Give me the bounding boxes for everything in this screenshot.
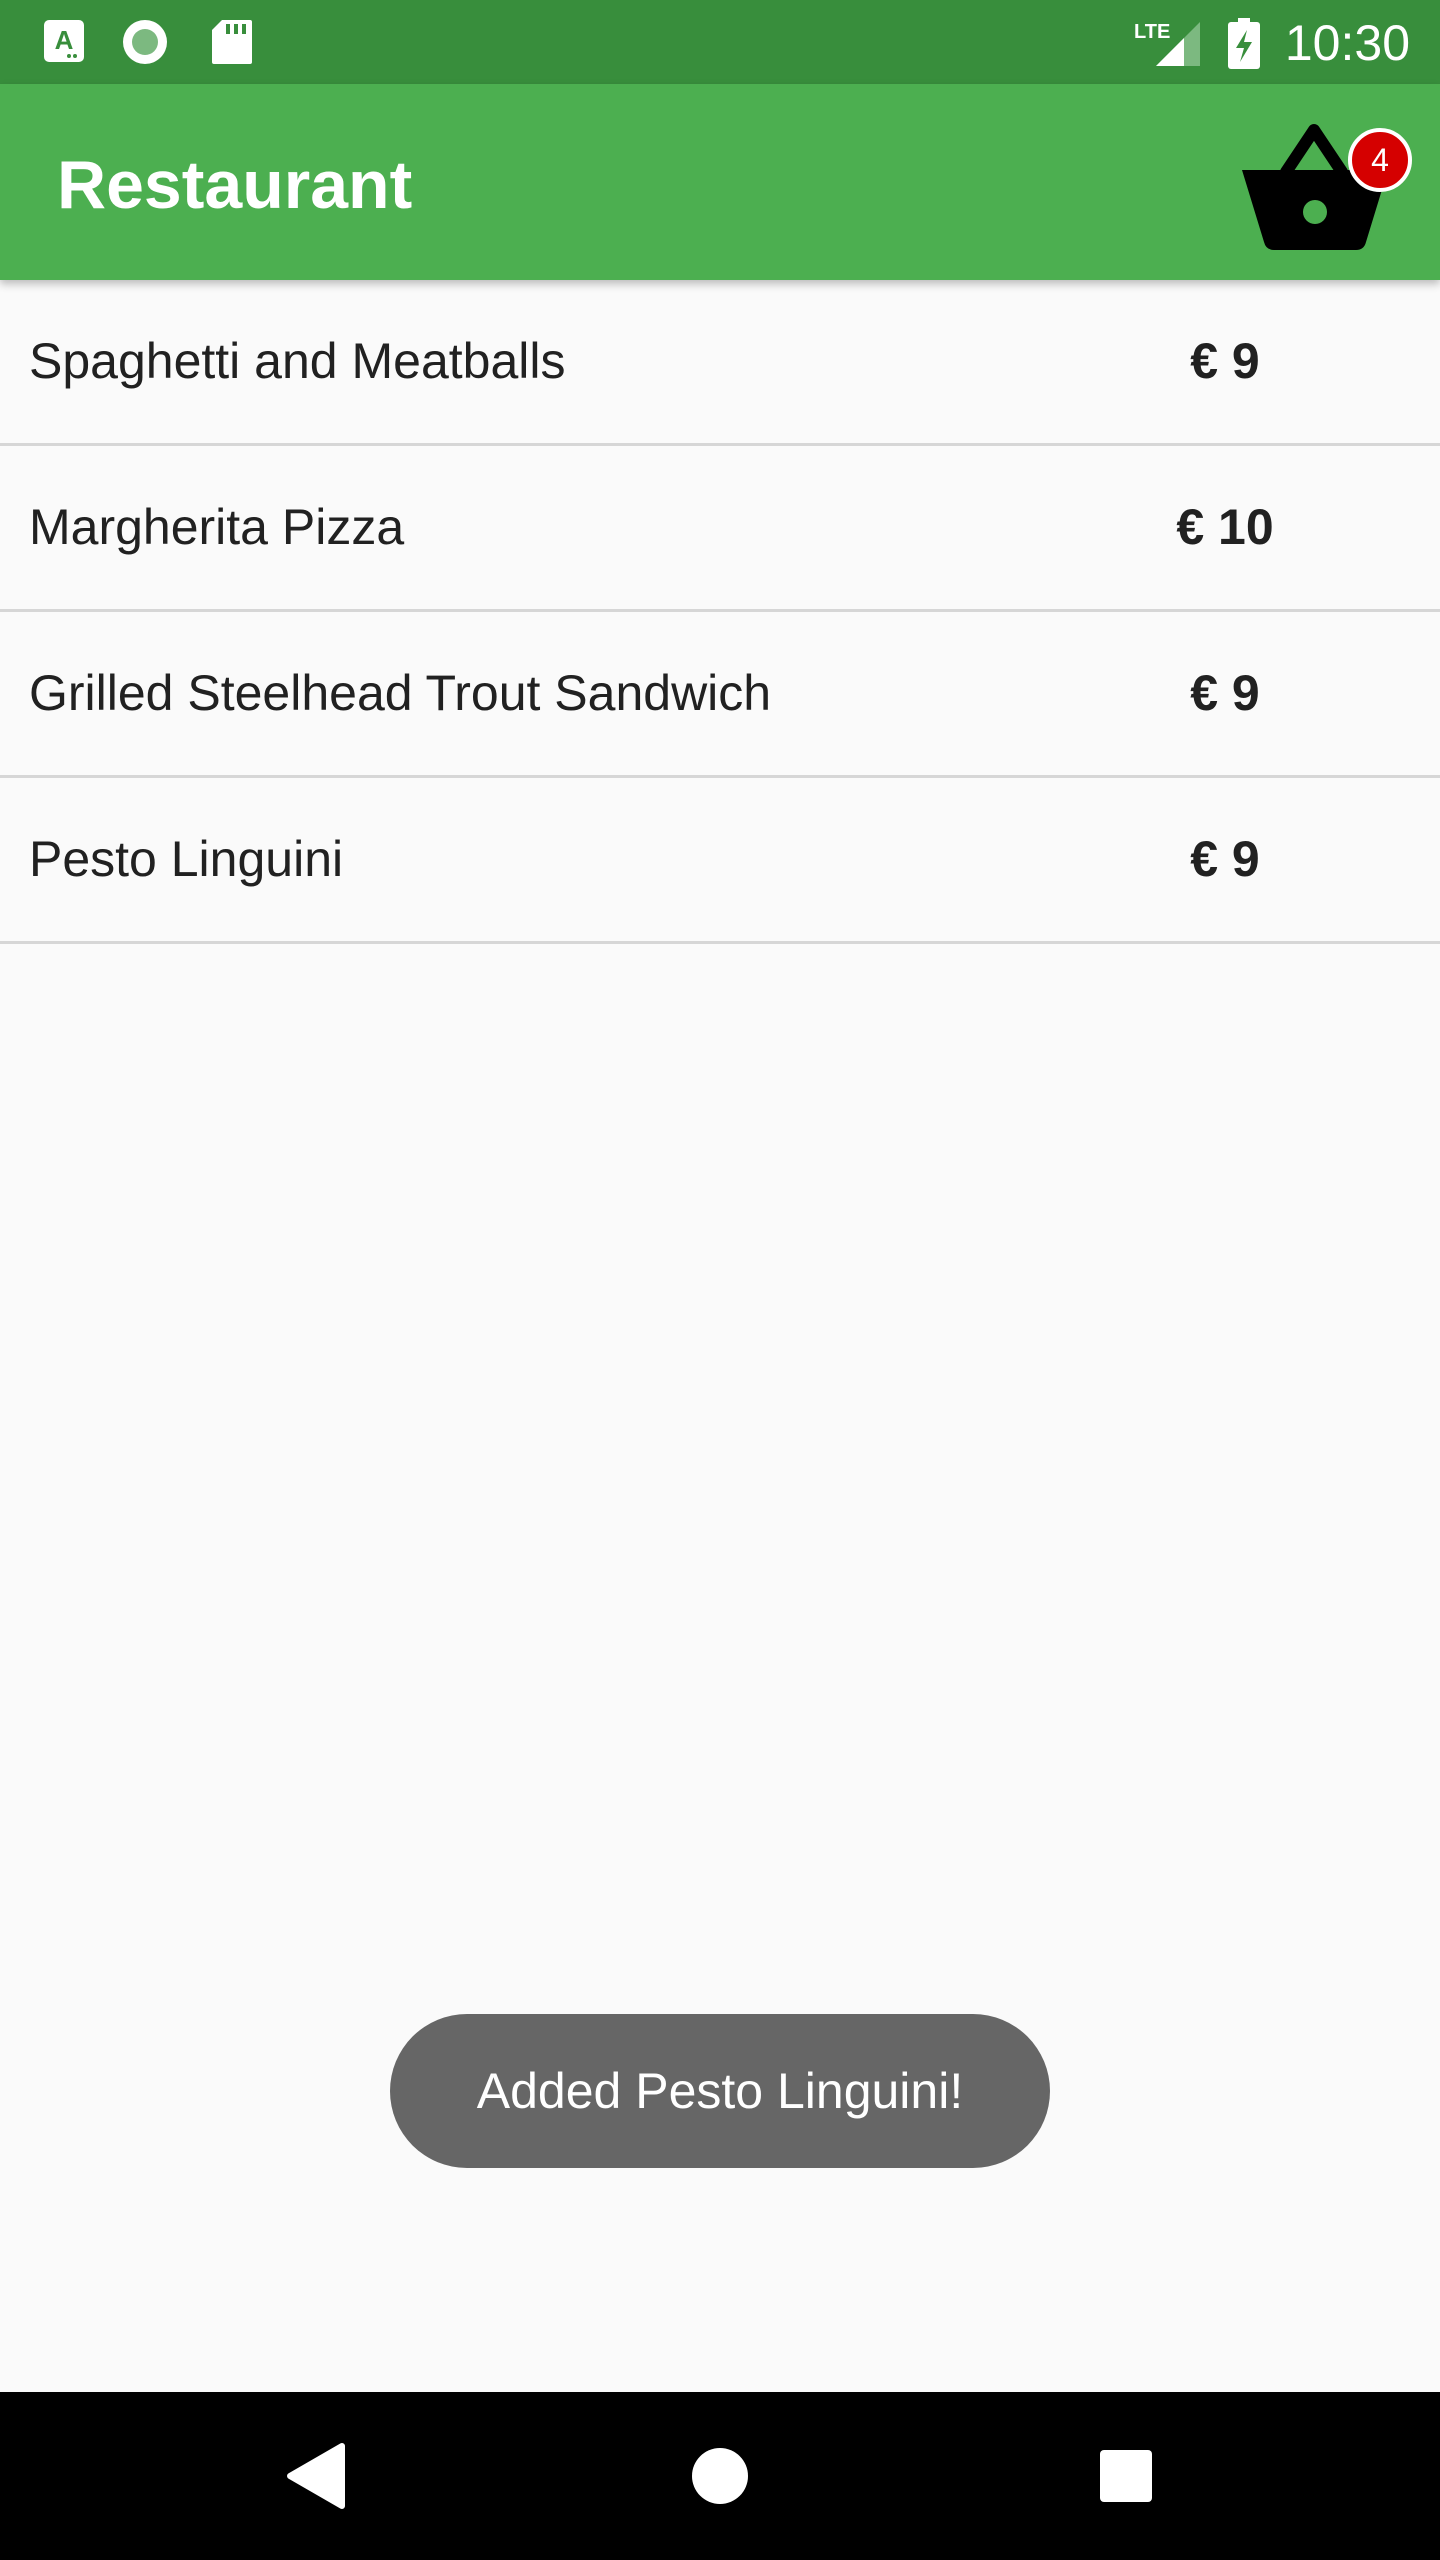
page-title: Restaurant	[57, 147, 413, 223]
item-name: Margherita Pizza	[29, 499, 405, 555]
record-icon	[123, 20, 167, 64]
home-icon[interactable]	[670, 2426, 770, 2526]
svg-text:LTE: LTE	[1134, 21, 1170, 43]
item-name: Pesto Linguini	[29, 831, 344, 887]
menu-item-pesto-linguini[interactable]: Pesto Linguini € 9	[0, 778, 1440, 944]
sd-card-icon	[212, 20, 252, 64]
toast-message: Added Pesto Linguini!	[390, 2014, 1050, 2168]
recents-icon[interactable]	[1076, 2426, 1176, 2526]
lte-signal-icon: LTE	[1134, 21, 1200, 66]
svg-text:A: A	[55, 25, 74, 55]
battery-charging-icon	[1228, 18, 1260, 69]
item-price: € 10	[1176, 499, 1274, 555]
item-price: € 9	[1190, 333, 1260, 389]
menu-item-spaghetti[interactable]: Spaghetti and Meatballs € 9	[0, 280, 1440, 446]
item-name: Spaghetti and Meatballs	[29, 333, 566, 389]
menu-item-margherita[interactable]: Margherita Pizza € 10	[0, 446, 1440, 612]
cart-button[interactable]: 4	[1222, 104, 1422, 264]
menu-list: Spaghetti and Meatballs € 9 Margherita P…	[0, 280, 1440, 944]
status-bar: A LTE 10:30	[0, 0, 1440, 84]
status-time: 10:30	[1284, 15, 1410, 71]
a-notification-icon: A	[44, 20, 84, 62]
navigation-bar	[0, 2392, 1440, 2560]
menu-item-trout-sandwich[interactable]: Grilled Steelhead Trout Sandwich € 9	[0, 612, 1440, 778]
cart-count-badge: 4	[1348, 128, 1412, 192]
back-icon[interactable]	[266, 2426, 366, 2526]
item-price: € 9	[1190, 831, 1260, 887]
app-bar: Restaurant 4	[0, 84, 1440, 280]
item-name: Grilled Steelhead Trout Sandwich	[29, 665, 772, 721]
item-price: € 9	[1190, 665, 1260, 721]
